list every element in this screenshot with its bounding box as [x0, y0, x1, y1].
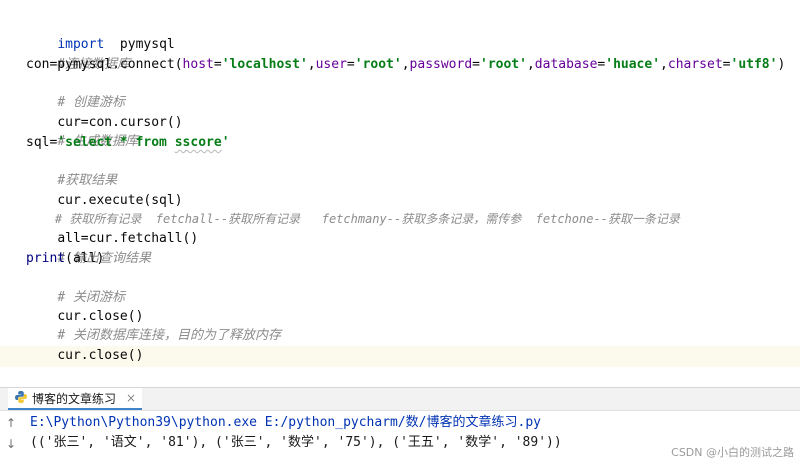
watermark: CSDN @小白的测试之路 — [671, 446, 794, 459]
param-name: user — [315, 57, 347, 72]
code-text: , — [307, 57, 316, 72]
code-line-15[interactable]: cur.close() — [26, 288, 143, 324]
code-line-2[interactable]: #连接数据库 — [26, 36, 130, 72]
arrow-up-icon[interactable]: ↑ — [4, 416, 18, 430]
code-line-3[interactable]: con=pymysql.connect(host='localhost',use… — [26, 55, 785, 74]
builtin-function: print — [26, 251, 66, 266]
string-literal: 'root' — [354, 57, 402, 72]
code-line-16[interactable]: # 关闭数据库连接，目的为了释放内存 — [26, 307, 281, 343]
code-line-5[interactable]: cur=con.cursor() — [26, 94, 182, 130]
code-line-1[interactable]: import pymysql — [26, 16, 174, 52]
run-tab-label: 博客的文章练习 — [32, 391, 117, 406]
code-line-11[interactable]: all=cur.fetchall() — [26, 210, 198, 246]
console-output: (('张三', '语文', '81'), ('张三', '数学', '75'),… — [30, 435, 562, 450]
string-literal: 'utf8' — [730, 57, 778, 72]
param-name: host — [182, 57, 214, 72]
code-line-14[interactable]: # 关闭游标 — [26, 269, 125, 305]
run-tab[interactable]: 博客的文章练习 × — [8, 388, 143, 410]
console-command: E:\Python\Python39\python.exe E:/python_… — [30, 415, 541, 430]
code-text: = — [346, 57, 355, 72]
code-text: ) — [777, 57, 786, 72]
code-editor[interactable]: import pymysql #连接数据库 con=pymysql.connec… — [0, 0, 800, 387]
param-name: charset — [667, 57, 723, 72]
string-literal: 'huace' — [605, 57, 661, 72]
run-tool-window-tabs: 博客的文章练习 × — [0, 388, 800, 411]
code-text: sql= — [26, 135, 58, 150]
python-icon — [14, 390, 28, 407]
code-line-13[interactable]: print(all) — [26, 249, 104, 268]
code-line-6[interactable]: # 生成数据库 — [26, 113, 138, 149]
code-line-8[interactable]: #获取结果 — [26, 152, 117, 188]
code-line-9[interactable]: cur.execute(sql) — [26, 172, 182, 208]
string-literal: ' — [221, 135, 230, 150]
code-line-4[interactable]: # 创建游标 — [26, 74, 125, 110]
code-text: = — [472, 57, 480, 72]
string-literal: 'root' — [480, 57, 527, 72]
string-literal: 'localhost' — [221, 57, 308, 72]
code-line-12[interactable]: # 输出查询结果 — [26, 230, 151, 266]
code-text: , — [660, 57, 668, 72]
code-line-10[interactable]: # 获取所有记录 fetchall--获取所有记录 fetchmany--获取多… — [26, 191, 680, 226]
code-text: con=pymysql.connect( — [26, 57, 183, 72]
code-line-17[interactable]: cur.close() — [26, 327, 143, 363]
string-literal: 'select * from — [57, 135, 175, 150]
close-icon[interactable]: × — [126, 391, 136, 405]
code-text: cur.close() — [57, 348, 144, 363]
code-text: = — [213, 57, 222, 72]
code-text: , — [526, 57, 535, 72]
arrow-down-icon[interactable]: ↓ — [4, 437, 18, 451]
param-name: database — [534, 57, 598, 72]
code-line-7[interactable]: sql='select * from sscore' — [26, 133, 230, 152]
code-text: (all) — [65, 251, 105, 266]
code-text: , — [401, 57, 410, 72]
string-literal-typo: sscore — [174, 135, 222, 150]
param-name: password — [409, 57, 473, 72]
code-text: = — [722, 57, 731, 72]
